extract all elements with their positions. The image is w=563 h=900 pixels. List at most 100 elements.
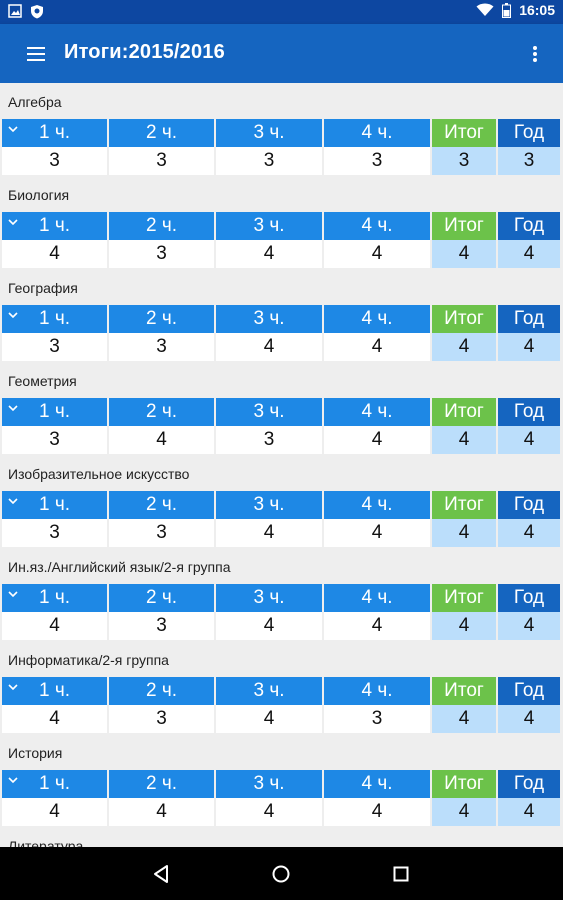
chevron-down-icon[interactable] [8,590,18,598]
hamburger-menu-icon [27,47,45,61]
grade-value: 4 [432,333,496,361]
subjects-list[interactable]: Алгебра 1 ч. 3 2 ч. 3 3 ч. 3 4 ч. 3 Итог 3 Год 3 Биол… [0,83,563,847]
grade-column-q2: 2 ч. 3 [109,584,214,640]
column-header-label: Итог [444,308,484,329]
column-header-q1[interactable]: 1 ч. [2,398,107,426]
grade-value: 4 [498,426,560,454]
grade-column-q2: 2 ч. 3 [109,491,214,547]
column-header-label: 2 ч. [145,308,178,329]
column-header-itog: Итог [432,305,496,333]
column-header-label: Итог [444,401,484,422]
grade-value: 4 [324,612,430,640]
column-header-q1[interactable]: 1 ч. [2,584,107,612]
column-header-q2: 2 ч. [109,677,214,705]
column-header-label: 4 ч. [361,122,393,143]
column-header-q4: 4 ч. [324,491,430,519]
column-header-q3: 3 ч. [216,491,322,519]
column-header-label: Год [513,587,545,608]
column-header-label: 3 ч. [253,122,285,143]
column-header-god: Год [498,491,560,519]
grade-column-q2: 2 ч. 4 [109,770,214,826]
grade-value: 4 [432,519,496,547]
grade-value: 3 [324,147,430,175]
column-header-q3: 3 ч. [216,770,322,798]
grade-value: 3 [216,147,322,175]
grade-value: 4 [498,705,560,733]
column-header-q2: 2 ч. [109,119,214,147]
column-header-god: Год [498,212,560,240]
column-header-q2: 2 ч. [109,491,214,519]
grade-value: 3 [498,147,560,175]
column-header-q3: 3 ч. [216,305,322,333]
recents-button[interactable] [389,862,413,886]
column-header-god: Год [498,584,560,612]
column-header-q1[interactable]: 1 ч. [2,305,107,333]
subject-card: Литература [0,827,563,847]
subject-name: Геометрия [8,373,77,389]
grade-column-god: Год 4 [498,677,560,733]
column-header-q1[interactable]: 1 ч. [2,212,107,240]
column-header-q1[interactable]: 1 ч. [2,491,107,519]
column-header-label: 2 ч. [145,680,178,701]
grade-value: 3 [109,705,214,733]
grade-value: 4 [432,240,496,268]
grade-value: 4 [432,426,496,454]
grade-value: 4 [216,612,322,640]
column-header-label: 1 ч. [38,122,71,143]
grade-column-q1: 1 ч. 3 [2,491,107,547]
grade-column-q2: 2 ч. 3 [109,677,214,733]
back-button[interactable] [150,862,174,886]
column-header-q3: 3 ч. [216,398,322,426]
column-header-label: 4 ч. [361,494,393,515]
grade-value: 4 [324,240,430,268]
grades-grid: 1 ч. 4 2 ч. 3 3 ч. 4 4 ч. 4 Итог 4 Год 4 [0,584,563,640]
column-header-q1[interactable]: 1 ч. [2,119,107,147]
column-header-label: 3 ч. [253,494,285,515]
column-header-itog: Итог [432,212,496,240]
column-header-q4: 4 ч. [324,119,430,147]
grade-value: 3 [109,333,214,361]
column-header-label: 2 ч. [145,587,178,608]
column-header-label: 2 ч. [145,494,178,515]
grade-value: 4 [498,240,560,268]
grade-column-q1: 1 ч. 3 [2,119,107,175]
column-header-god: Год [498,398,560,426]
grade-value: 4 [216,798,322,826]
column-header-label: 4 ч. [361,401,393,422]
overflow-menu-button[interactable] [529,42,541,66]
chevron-down-icon[interactable] [8,776,18,784]
chevron-down-icon[interactable] [8,125,18,133]
column-header-label: 1 ч. [38,215,71,236]
chevron-down-icon[interactable] [8,683,18,691]
grade-column-itog: Итог 4 [432,212,496,268]
grade-column-god: Год 4 [498,398,560,454]
column-header-god: Год [498,119,560,147]
column-header-label: 2 ч. [145,773,178,794]
grade-column-god: Год 4 [498,770,560,826]
grade-column-god: Год 4 [498,305,560,361]
column-header-q3: 3 ч. [216,677,322,705]
menu-button[interactable] [24,42,50,66]
column-header-label: 2 ч. [145,401,178,422]
column-header-label: Год [513,773,545,794]
chevron-down-icon[interactable] [8,311,18,319]
column-header-label: 1 ч. [38,773,71,794]
column-header-q2: 2 ч. [109,398,214,426]
page-title: Итоги:2015/2016 [64,41,225,63]
chevron-down-icon[interactable] [8,497,18,505]
home-button[interactable] [269,862,293,886]
column-header-q1[interactable]: 1 ч. [2,677,107,705]
column-header-label: 4 ч. [361,680,393,701]
grade-value: 3 [109,240,214,268]
column-header-label: 3 ч. [253,215,285,236]
grade-column-itog: Итог 4 [432,584,496,640]
grade-value: 4 [432,705,496,733]
chevron-down-icon[interactable] [8,404,18,412]
column-header-q1[interactable]: 1 ч. [2,770,107,798]
status-bar: 16:05 [0,0,563,24]
column-header-label: 3 ч. [253,680,285,701]
chevron-down-icon[interactable] [8,218,18,226]
subject-name: Изобразительное искусство [8,466,190,482]
grade-column-q2: 2 ч. 4 [109,398,214,454]
grade-column-itog: Итог 4 [432,398,496,454]
